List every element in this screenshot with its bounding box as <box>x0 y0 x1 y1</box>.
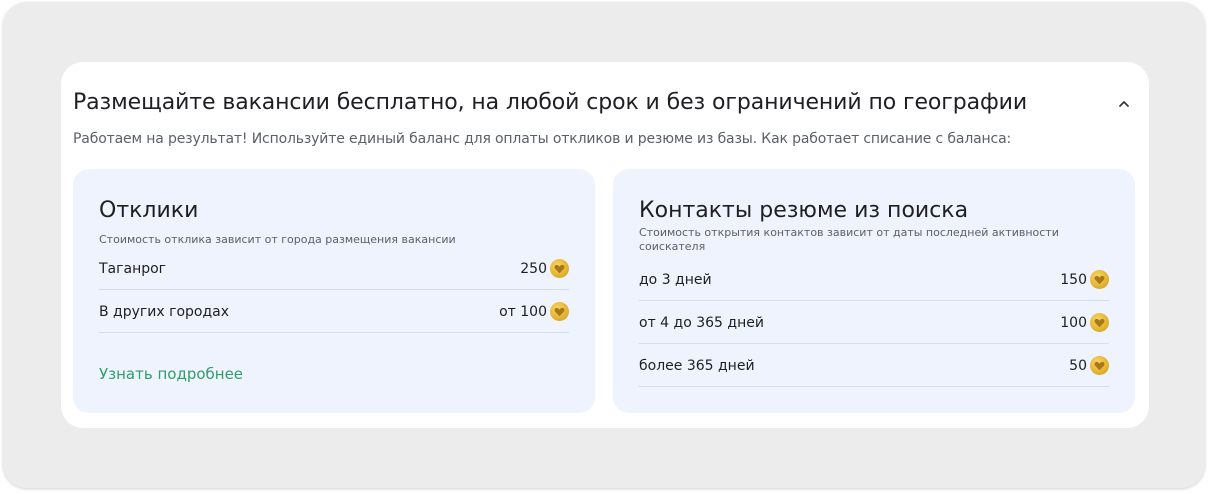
price-row: более 365 дней 50 <box>639 345 1109 387</box>
row-price: 150 <box>1060 270 1109 289</box>
panel-subtitle: Работаем на результат! Используйте едины… <box>73 131 1012 147</box>
row-price: 250 <box>520 259 569 278</box>
price-value: 100 <box>1060 314 1087 331</box>
responses-title: Отклики <box>99 198 199 223</box>
price-row: В других городах от 100 <box>99 291 569 333</box>
contacts-card: Контакты резюме из поиска Стоимость откр… <box>613 169 1135 413</box>
heart-coin-icon <box>550 302 569 321</box>
price-row: от 4 до 365 дней 100 <box>639 302 1109 344</box>
price-value: 150 <box>1060 271 1087 288</box>
price-row: Таганрог 250 <box>99 248 569 290</box>
row-price: от 100 <box>499 302 569 321</box>
heart-coin-icon <box>1090 313 1109 332</box>
pricing-panel: Размещайте вакансии бесплатно, на любой … <box>61 62 1149 428</box>
row-label: В других городах <box>99 303 230 320</box>
heart-coin-icon <box>1090 356 1109 375</box>
outer-container: Размещайте вакансии бесплатно, на любой … <box>3 2 1205 488</box>
panel-title: Размещайте вакансии бесплатно, на любой … <box>73 90 1028 115</box>
price-value: 50 <box>1069 357 1087 374</box>
responses-card: Отклики Стоимость отклика зависит от гор… <box>73 169 595 413</box>
row-price: 100 <box>1060 313 1109 332</box>
learn-more-link[interactable]: Узнать подробнее <box>99 365 243 383</box>
contacts-description: Стоимость открытия контактов зависит от … <box>639 226 1059 253</box>
row-label: до 3 дней <box>639 271 712 288</box>
row-label: от 4 до 365 дней <box>639 314 764 331</box>
price-row: до 3 дней 150 <box>639 259 1109 301</box>
responses-description: Стоимость отклика зависит от города разм… <box>99 233 456 246</box>
price-value: 250 <box>520 260 547 277</box>
row-label: Таганрог <box>99 260 167 277</box>
price-value: от 100 <box>499 303 547 320</box>
row-label: более 365 дней <box>639 357 755 374</box>
contacts-title: Контакты резюме из поиска <box>639 198 969 223</box>
collapse-button[interactable] <box>1113 93 1135 115</box>
chevron-up-icon <box>1119 101 1129 107</box>
heart-coin-icon <box>1090 270 1109 289</box>
row-price: 50 <box>1069 356 1109 375</box>
heart-coin-icon <box>550 259 569 278</box>
